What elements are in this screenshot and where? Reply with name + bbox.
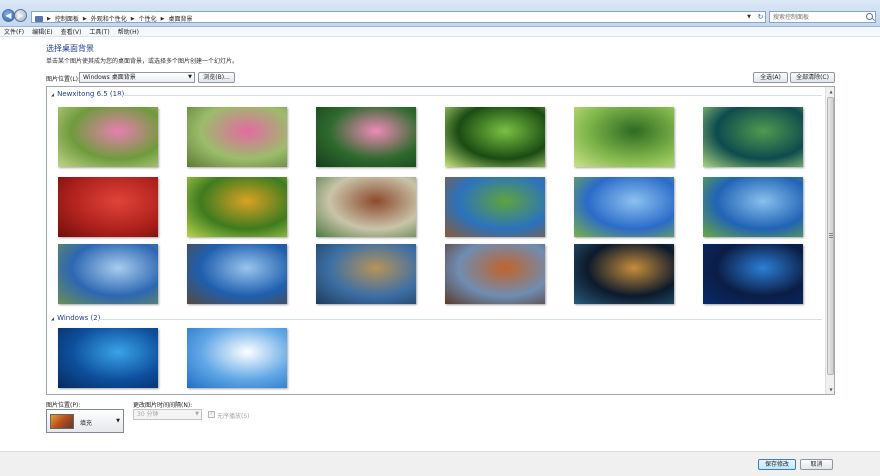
search-input[interactable] (770, 12, 863, 22)
fill-position-icon (50, 414, 74, 429)
group-divider (99, 319, 822, 320)
address-field[interactable]: ▶ 控制面板 ▶ 外观和个性化 ▶ 个性化 ▶ 桌面背景 (31, 11, 766, 23)
group-title-text: Newxitong 6.5 (18) (57, 90, 125, 98)
shuffle-checkbox[interactable]: ✓ (208, 411, 215, 418)
menu-edit[interactable]: 编辑(E) (32, 27, 52, 36)
interval-value: 30 分钟 (137, 411, 159, 418)
wallpaper-thumbnail[interactable] (574, 177, 674, 237)
menu-view[interactable]: 查看(V) (61, 27, 82, 36)
picture-location-value: Windows 桌面背景 (83, 74, 136, 81)
chevron-right-icon: ▶ (160, 15, 165, 22)
refresh-icon[interactable]: ↻ (755, 11, 766, 23)
forward-button[interactable]: ▶ (14, 9, 27, 22)
wallpaper-gallery: ◢ Newxitong 6.5 (18) ◢ Windows (2) ▲ ▼ (46, 86, 835, 395)
group-divider (117, 95, 822, 96)
footer-bar (0, 451, 880, 476)
wallpaper-thumbnail[interactable] (58, 177, 158, 237)
group-title-text: Windows (2) (57, 314, 101, 322)
interval-select[interactable]: 30 分钟 ▼ (133, 409, 202, 420)
search-box[interactable] (769, 11, 876, 23)
wallpaper-thumbnail[interactable] (703, 107, 803, 167)
chevron-down-icon: ▼ (195, 411, 199, 417)
wallpaper-thumbnail[interactable] (58, 244, 158, 304)
page-title: 选择桌面背景 (46, 44, 94, 53)
wallpaper-thumbnail[interactable] (445, 107, 545, 167)
picture-location-label: 图片位置(L): (46, 76, 81, 83)
breadcrumb-item[interactable]: 控制面板 (55, 14, 79, 23)
page-description: 单击某个图片使其成为您的桌面背景，或选择多个图片创建一个幻灯片。 (46, 58, 239, 65)
scroll-up-icon[interactable]: ▲ (826, 87, 834, 96)
scrollbar-thumb[interactable] (827, 97, 834, 375)
interval-label: 更改图片时间间隔(N): (133, 402, 193, 409)
wallpaper-thumbnail[interactable] (703, 244, 803, 304)
picture-position-label: 图片位置(P): (46, 402, 81, 409)
save-changes-button[interactable]: 保存修改 (758, 459, 796, 470)
clear-all-button[interactable]: 全部清除(C) (790, 72, 835, 83)
picture-position-value: 填充 (80, 420, 93, 427)
breadcrumb: ▶ 控制面板 ▶ 外观和个性化 ▶ 个性化 ▶ 桌面背景 (35, 14, 193, 23)
group-header-newxitong[interactable]: ◢ Newxitong 6.5 (18) (51, 90, 124, 98)
forward-arrow-icon: ▶ (17, 11, 24, 20)
picture-location-select[interactable]: Windows 桌面背景 ▼ (79, 72, 195, 83)
wallpaper-thumbnail[interactable] (187, 328, 287, 388)
wallpaper-thumbnail[interactable] (574, 107, 674, 167)
breadcrumb-item[interactable]: 外观和个性化 (91, 14, 127, 23)
address-bar-area: ◀ ▶ ▶ 控制面板 ▶ 外观和个性化 ▶ 个性化 ▶ 桌面背景 ▼ ↻ (0, 0, 880, 27)
address-history-dropdown-icon[interactable]: ▼ (745, 13, 753, 21)
wallpaper-thumbnail[interactable] (445, 244, 545, 304)
breadcrumb-item[interactable]: 个性化 (139, 14, 157, 23)
chevron-right-icon: ▶ (82, 15, 87, 22)
browse-button[interactable]: 浏览(B)... (198, 72, 235, 83)
wallpaper-thumbnail[interactable] (316, 244, 416, 304)
wallpaper-thumbnail[interactable] (58, 328, 158, 388)
shuffle-label: 无序播放(S) (217, 413, 250, 420)
chevron-down-icon: ▼ (116, 418, 120, 424)
menu-tools[interactable]: 工具(T) (89, 27, 109, 36)
menu-help[interactable]: 帮助(H) (118, 27, 139, 36)
gallery-scrollbar[interactable]: ▲ ▼ (825, 87, 834, 394)
chevron-right-icon: ▶ (130, 15, 135, 22)
scroll-down-icon[interactable]: ▼ (826, 385, 834, 394)
select-all-button[interactable]: 全选(A) (753, 72, 788, 83)
grip-icon (829, 233, 833, 234)
wallpaper-thumbnail[interactable] (187, 107, 287, 167)
chevron-right-icon: ▶ (47, 15, 51, 22)
wallpaper-thumbnail[interactable] (703, 177, 803, 237)
wallpaper-thumbnail[interactable] (316, 177, 416, 237)
cancel-button[interactable]: 取消 (800, 459, 833, 470)
wallpaper-thumbnail[interactable] (187, 177, 287, 237)
collapse-triangle-icon[interactable]: ◢ (51, 92, 54, 97)
wallpaper-thumbnail[interactable] (316, 107, 416, 167)
search-icon[interactable] (866, 13, 873, 20)
menu-file[interactable]: 文件(F) (4, 27, 24, 36)
chevron-down-icon: ▼ (188, 74, 192, 80)
control-panel-icon (35, 15, 43, 22)
menu-bar: 文件(F) 编辑(E) 查看(V) 工具(T) 帮助(H) (0, 27, 880, 37)
collapse-triangle-icon[interactable]: ◢ (51, 316, 54, 321)
group-header-windows[interactable]: ◢ Windows (2) (51, 314, 100, 322)
wallpaper-thumbnail[interactable] (445, 177, 545, 237)
wallpaper-thumbnail[interactable] (58, 107, 158, 167)
back-arrow-icon: ◀ (5, 11, 12, 20)
picture-position-select[interactable]: 填充 ▼ (46, 409, 124, 433)
wallpaper-thumbnail[interactable] (187, 244, 287, 304)
breadcrumb-item[interactable]: 桌面背景 (168, 14, 192, 23)
wallpaper-thumbnail[interactable] (574, 244, 674, 304)
